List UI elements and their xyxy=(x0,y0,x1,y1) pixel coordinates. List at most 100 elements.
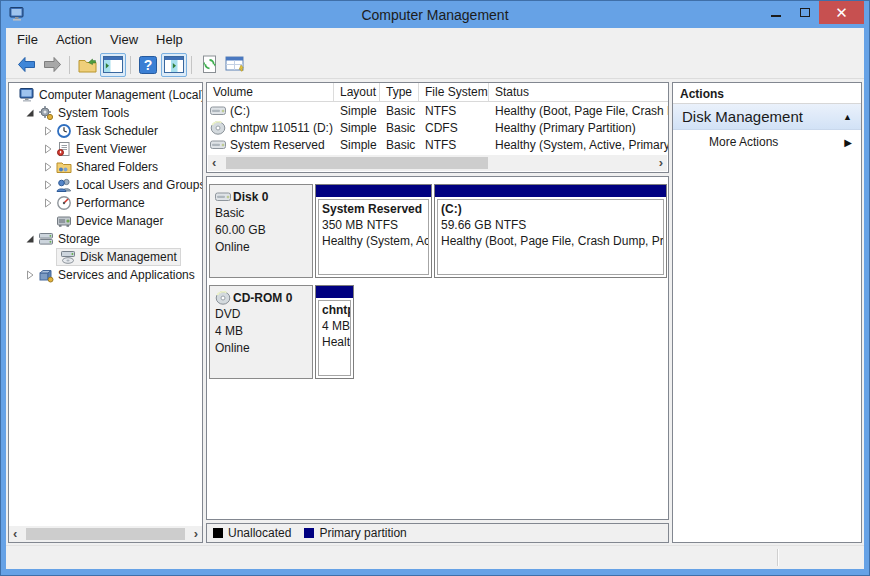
window-title: Computer Management xyxy=(6,7,864,23)
minimize-button[interactable] xyxy=(761,1,790,24)
legend-item: Primary partition xyxy=(304,526,406,540)
volume-row[interactable]: (C:)SimpleBasicNTFSHealthy (Boot, Page F… xyxy=(207,102,668,119)
expand-icon[interactable] xyxy=(25,270,36,281)
volume-cell: System Reserved xyxy=(207,138,334,152)
actions-section-disk-management[interactable]: Disk Management ▲ xyxy=(673,104,861,130)
tree-hscrollbar[interactable]: ‹› xyxy=(9,526,202,542)
column-header-file-system[interactable]: File System xyxy=(419,83,489,101)
column-header-status[interactable]: Status xyxy=(489,83,668,101)
partition-name: System Reserved xyxy=(322,201,425,217)
tree-item-label: Device Manager xyxy=(76,214,163,228)
tree-item-shared-folders[interactable]: Shared Folders xyxy=(9,158,202,176)
partition-name: chntpw 110511 (D:) xyxy=(322,302,347,318)
tree-item-computer-management-local[interactable]: Computer Management (Local) xyxy=(9,86,202,104)
partition-chntpw-110511-d[interactable]: chntpw 110511 (D:)4 MB CDFSHealthy (Prim… xyxy=(315,285,354,379)
back-button[interactable] xyxy=(13,53,39,77)
disk-info-line: Basic xyxy=(215,205,307,222)
rescan-button[interactable] xyxy=(222,53,248,77)
status-cell: Healthy (Primary Partition) xyxy=(489,121,668,135)
action-pane-button[interactable] xyxy=(161,53,187,77)
tree-item-label: Disk Management xyxy=(80,250,177,264)
expand-icon[interactable] xyxy=(43,198,54,209)
volume-list-body: (C:)SimpleBasicNTFSHealthy (Boot, Page F… xyxy=(207,102,668,153)
partition-c[interactable]: (C:)59.66 GB NTFSHealthy (Boot, Page Fil… xyxy=(434,184,667,278)
tree-item-performance[interactable]: Performance xyxy=(9,194,202,212)
partition-color-band xyxy=(316,185,431,197)
disk-name: Disk 0 xyxy=(215,188,307,205)
tree-item-device-manager[interactable]: Device Manager xyxy=(9,212,202,230)
close-button[interactable]: ✕ xyxy=(819,1,864,24)
tree-item-event-viewer[interactable]: Event Viewer xyxy=(9,140,202,158)
cd-icon xyxy=(210,121,227,135)
fs-cell: CDFS xyxy=(419,121,489,135)
scrollbar-thumb[interactable] xyxy=(226,157,488,169)
collapse-section-icon[interactable]: ▲ xyxy=(843,112,852,122)
collapse-icon[interactable] xyxy=(25,234,36,245)
storage-icon xyxy=(38,231,54,247)
more-actions-item[interactable]: More Actions ▶ xyxy=(673,130,861,154)
disk-name-text: CD-ROM 0 xyxy=(233,291,292,305)
disk-label[interactable]: CD-ROM 0DVD4 MBOnline xyxy=(209,285,313,379)
tree-item-storage[interactable]: Storage xyxy=(9,230,202,248)
actions-section-label: Disk Management xyxy=(682,108,803,125)
help-button[interactable]: ? xyxy=(135,53,161,77)
volume-row[interactable]: chntpw 110511 (D:)SimpleBasicCDFSHealthy… xyxy=(207,119,668,136)
selected-tree-item: Disk Management xyxy=(56,248,181,266)
maximize-button[interactable] xyxy=(790,1,819,24)
expand-icon[interactable] xyxy=(43,144,54,155)
menu-view[interactable]: View xyxy=(101,28,147,51)
scroll-left-icon[interactable]: ‹ xyxy=(212,158,216,168)
expand-icon[interactable] xyxy=(43,162,54,173)
maximize-icon xyxy=(800,8,810,17)
column-header-volume[interactable]: Volume xyxy=(207,83,334,101)
scroll-left-icon[interactable]: ‹ xyxy=(13,529,17,539)
scrollbar-thumb[interactable] xyxy=(26,528,185,540)
disk-info-line: Online xyxy=(215,239,307,256)
disk-info-line: 4 MB xyxy=(215,323,307,340)
volume-cell: (C:) xyxy=(207,104,334,118)
shared-folders-icon xyxy=(56,159,72,175)
tree-item-system-tools[interactable]: System Tools xyxy=(9,104,202,122)
volume-name: System Reserved xyxy=(230,138,325,152)
scroll-right-icon[interactable]: › xyxy=(194,529,198,539)
minimize-icon xyxy=(771,15,781,17)
system-tools-icon xyxy=(38,105,54,121)
collapse-icon[interactable] xyxy=(25,108,36,119)
volume-list-hscrollbar[interactable]: ‹ › xyxy=(208,155,667,171)
menu-file[interactable]: File xyxy=(8,28,47,51)
volume-list-header: VolumeLayoutTypeFile SystemStatus xyxy=(207,83,668,102)
console-tree-button[interactable] xyxy=(100,53,126,77)
column-header-layout[interactable]: Layout xyxy=(334,83,380,101)
forward-button[interactable] xyxy=(39,53,65,77)
column-header-type[interactable]: Type xyxy=(380,83,419,101)
computer-icon xyxy=(19,87,35,103)
menu-help[interactable]: Help xyxy=(147,28,192,51)
toolbar-separator xyxy=(130,56,131,74)
tree-item-label: Local Users and Groups xyxy=(76,178,203,192)
disk-info-line: DVD xyxy=(215,306,307,323)
volume-row[interactable]: System ReservedSimpleBasicNTFSHealthy (S… xyxy=(207,136,668,153)
toolbar: ? xyxy=(6,51,864,79)
expand-icon[interactable] xyxy=(43,126,54,137)
folder-button[interactable] xyxy=(74,53,100,77)
disk-row-disk-0: Disk 0Basic60.00 GBOnlineSystem Reserved… xyxy=(209,184,668,278)
tree-item-label: System Tools xyxy=(58,106,129,120)
title-bar[interactable]: Computer Management ✕ xyxy=(6,1,864,28)
partition-info: System Reserved350 MB NTFSHealthy (Syste… xyxy=(318,199,429,275)
partition-name: (C:) xyxy=(441,201,660,217)
partition-system-reserved[interactable]: System Reserved350 MB NTFSHealthy (Syste… xyxy=(315,184,432,278)
device-manager-icon xyxy=(56,213,72,229)
actions-pane: Actions Disk Management ▲ More Actions ▶ xyxy=(672,82,862,543)
tree-item-services-and-applications[interactable]: Services and Applications xyxy=(9,266,202,284)
refresh-button[interactable] xyxy=(196,53,222,77)
tree-item-disk-management[interactable]: Disk Management xyxy=(9,248,202,266)
partition-size: 59.66 GB NTFS xyxy=(441,217,660,233)
tree-item-local-users-and-groups[interactable]: Local Users and Groups xyxy=(9,176,202,194)
tree-item-task-scheduler[interactable]: Task Scheduler xyxy=(9,122,202,140)
menu-action[interactable]: Action xyxy=(47,28,101,51)
status-cell: Healthy (System, Active, Primary Partiti… xyxy=(489,138,668,152)
scroll-right-icon[interactable]: › xyxy=(659,158,663,168)
disk-label[interactable]: Disk 0Basic60.00 GBOnline xyxy=(209,184,313,278)
tree-item-label: Services and Applications xyxy=(58,268,195,282)
expand-icon[interactable] xyxy=(43,180,54,191)
